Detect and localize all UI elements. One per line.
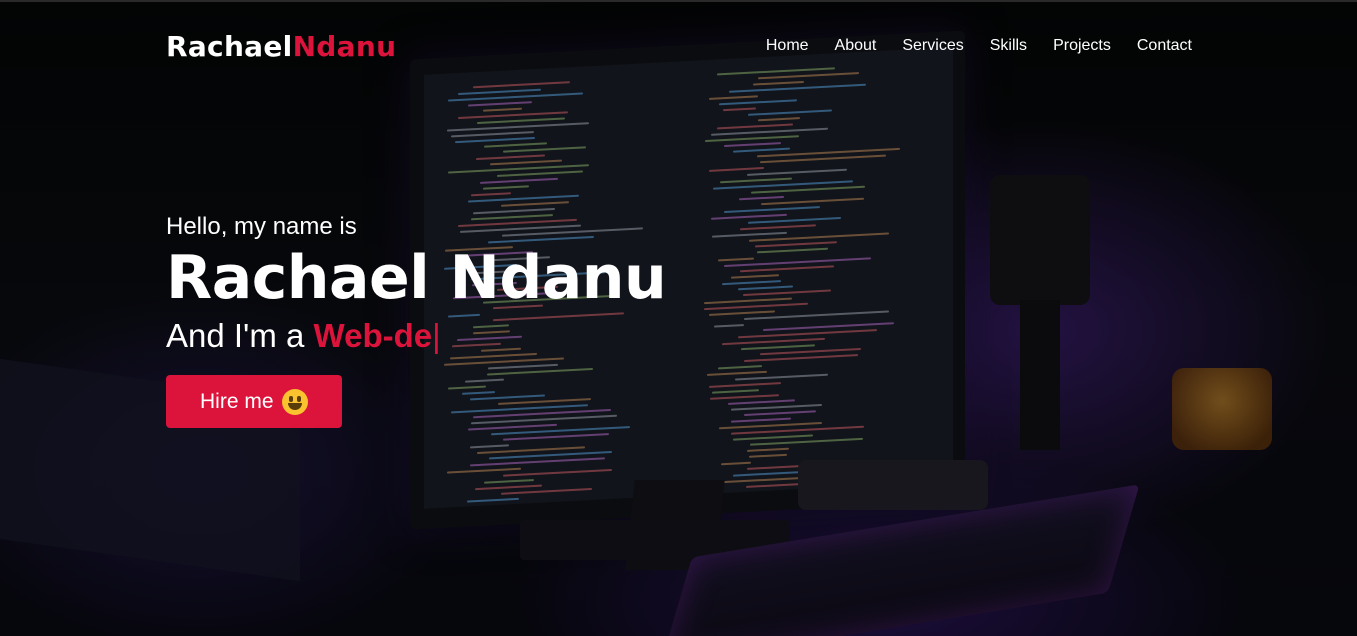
nav-about[interactable]: About [835, 37, 877, 55]
site-logo[interactable]: RachaelNdanu [166, 30, 396, 63]
hire-me-label: Hire me [200, 389, 274, 413]
logo-last-name: Ndanu [292, 30, 397, 63]
typing-cursor: | [432, 317, 441, 354]
nav-projects[interactable]: Projects [1053, 37, 1111, 55]
nav-home[interactable]: Home [766, 37, 809, 55]
hero-name: Rachael Ndanu [166, 243, 667, 313]
hero-section: Hello, my name is Rachael Ndanu And I'm … [166, 213, 667, 428]
hero-role-prefix: And I'm a [166, 317, 314, 354]
main-nav: Home About Services Skills Projects Cont… [766, 37, 1192, 55]
smiley-emoji-icon [281, 388, 308, 415]
hero-greeting: Hello, my name is [166, 213, 357, 240]
nav-skills[interactable]: Skills [990, 37, 1027, 55]
hero-role-typed: Web-de [313, 317, 433, 354]
hero-role: And I'm a Web-de| [166, 317, 666, 355]
logo-first-name: Rachael [166, 30, 293, 63]
hire-me-button[interactable]: Hire me [166, 375, 342, 428]
top-border [0, 0, 1357, 2]
nav-services[interactable]: Services [902, 37, 963, 55]
nav-contact[interactable]: Contact [1137, 37, 1192, 55]
